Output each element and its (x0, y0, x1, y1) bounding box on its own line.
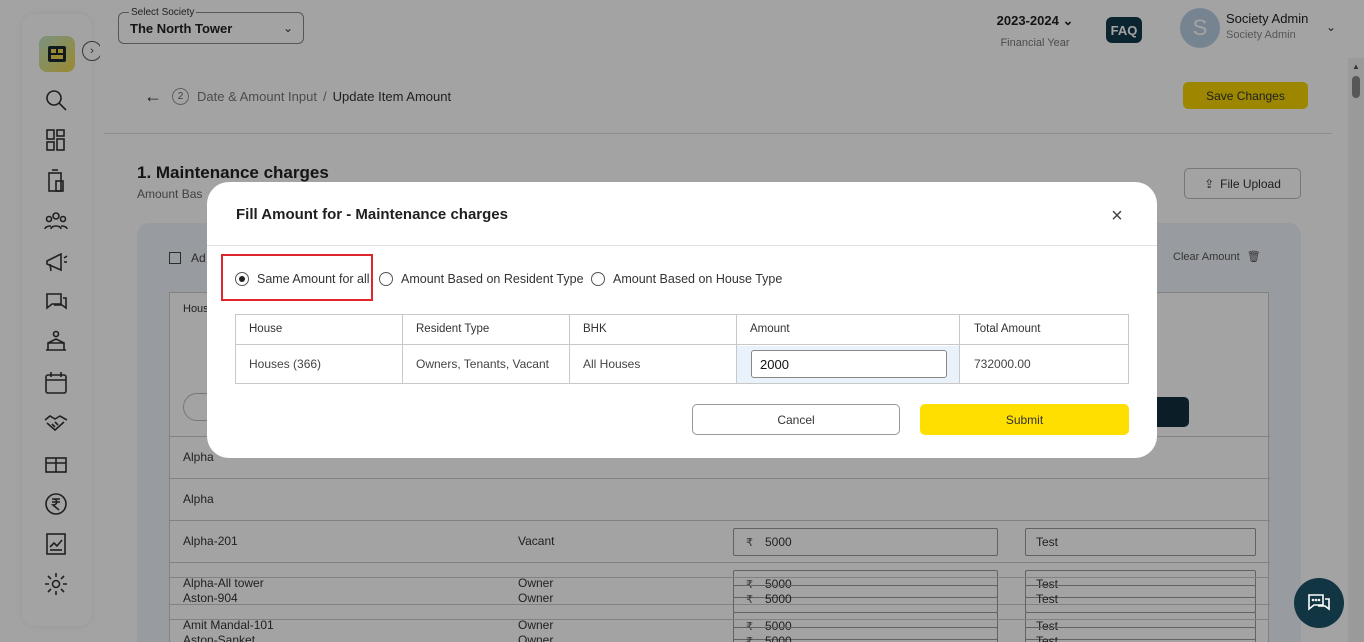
radio-resident-type[interactable]: Amount Based on Resident Type (379, 272, 584, 286)
radio-same-amount[interactable]: Same Amount for all (235, 272, 370, 286)
fill-amount-modal: Fill Amount for - Maintenance charges × … (207, 182, 1157, 458)
resident-type-cell: Owners, Tenants, Vacant (416, 357, 549, 371)
column-header-amount: Amount (750, 323, 790, 335)
column-header-resident-type: Resident Type (416, 323, 489, 335)
radio-label: Same Amount for all (257, 272, 370, 286)
bhk-cell: All Houses (583, 357, 640, 371)
modal-divider (207, 245, 1157, 246)
close-icon[interactable]: × (1107, 206, 1127, 226)
total-amount-cell: 732000.00 (974, 357, 1031, 371)
radio-unselected-icon (591, 272, 605, 286)
submit-button[interactable]: Submit (920, 404, 1129, 435)
modal-title: Fill Amount for - Maintenance charges (236, 206, 508, 223)
chat-icon (1306, 590, 1332, 616)
amount-table: House Resident Type BHK Amount Total Amo… (235, 314, 1129, 384)
radio-selected-icon (235, 272, 249, 286)
radio-unselected-icon (379, 272, 393, 286)
support-chat-button[interactable] (1294, 578, 1344, 628)
column-header-house: House (249, 323, 282, 335)
amount-input[interactable] (751, 350, 947, 378)
radio-house-type[interactable]: Amount Based on House Type (591, 272, 782, 286)
radio-label: Amount Based on House Type (613, 272, 782, 286)
column-header-total-amount: Total Amount (974, 323, 1040, 335)
house-cell: Houses (366) (249, 357, 321, 371)
cancel-button[interactable]: Cancel (692, 404, 900, 435)
column-header-bhk: BHK (583, 323, 607, 335)
radio-label: Amount Based on Resident Type (401, 272, 584, 286)
